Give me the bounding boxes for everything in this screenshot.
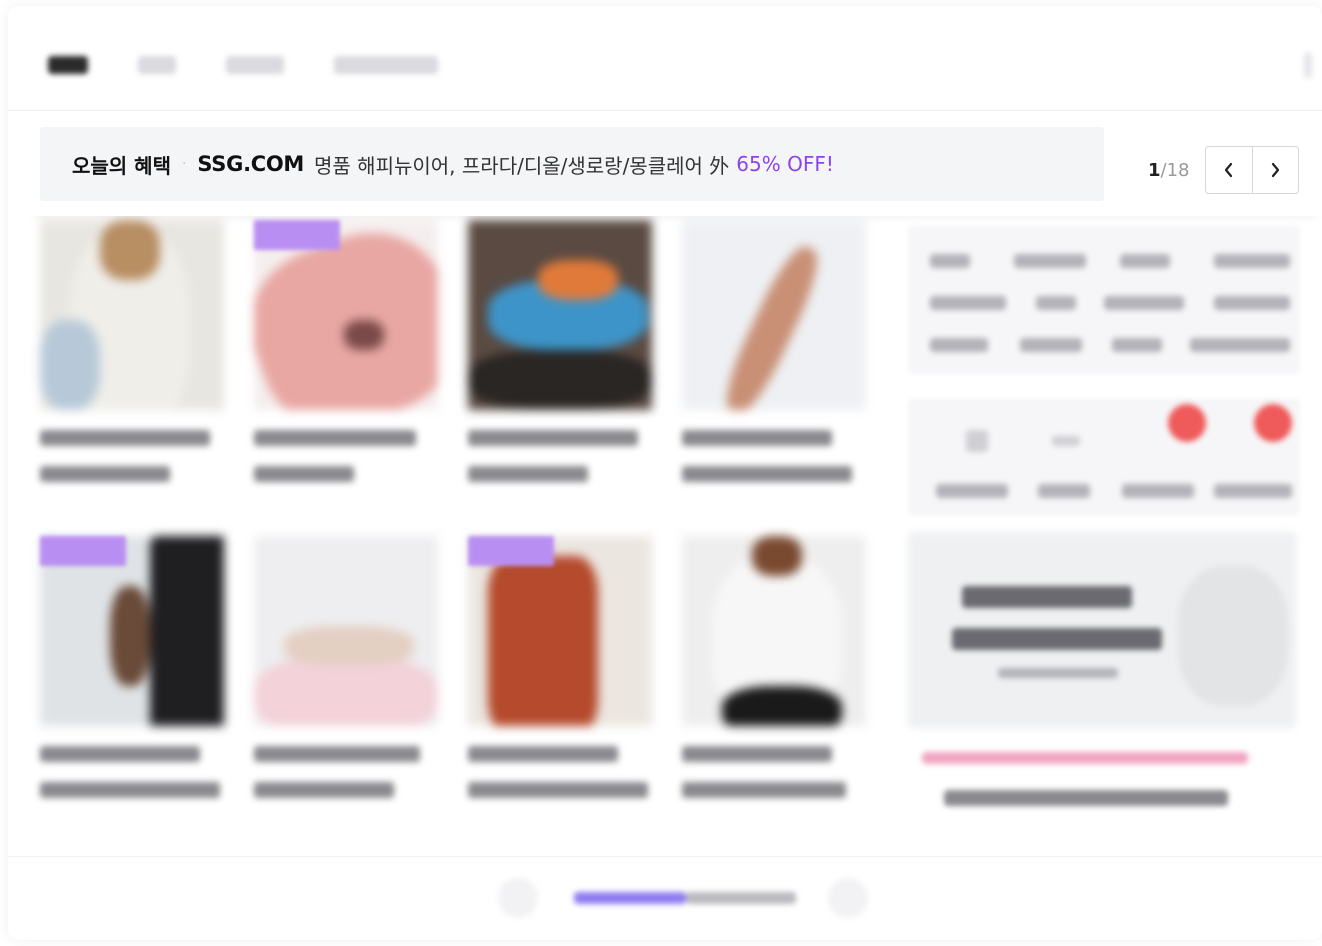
product-card[interactable]	[40, 220, 224, 502]
product-title	[468, 746, 652, 798]
banner-pager: 1/18	[1148, 146, 1299, 194]
product-card[interactable]	[468, 536, 652, 818]
product-title	[682, 746, 866, 798]
menu-label	[1038, 484, 1090, 498]
product-image	[682, 220, 866, 410]
product-title	[468, 430, 652, 482]
keyword[interactable]	[1014, 254, 1086, 268]
ad-title	[944, 790, 1228, 806]
next-button[interactable]	[1251, 147, 1298, 193]
keyword[interactable]	[1190, 338, 1290, 352]
benefit-label: 오늘의 혜택	[72, 153, 171, 178]
badge	[254, 220, 340, 250]
ad-headline	[962, 586, 1132, 608]
separator-dot: ·	[181, 156, 187, 172]
product-card[interactable]	[254, 536, 438, 818]
pagination-text	[686, 892, 796, 904]
benefit-link[interactable]: 오늘의 혜택 · SSG.COM 명품 해피뉴이어, 프라다/디올/생로랑/몽클…	[40, 127, 1104, 201]
menu-icon[interactable]	[1052, 436, 1080, 446]
keyword[interactable]	[1214, 296, 1290, 310]
product-title	[40, 746, 224, 798]
ad-sub	[998, 668, 1118, 678]
product-card[interactable]	[682, 536, 866, 818]
quick-menu	[908, 398, 1300, 516]
keyword[interactable]	[930, 254, 970, 268]
pagination-highlight	[574, 892, 686, 904]
menu-label	[1214, 484, 1292, 498]
pager-buttons	[1204, 146, 1299, 194]
product-image	[682, 536, 866, 726]
product-image	[468, 220, 652, 410]
product-card[interactable]	[254, 220, 438, 502]
chevron-left-icon	[1224, 162, 1232, 178]
product-title	[254, 430, 438, 482]
brand-name: SSG.COM	[197, 152, 305, 176]
page-current: 1	[1148, 159, 1161, 181]
keyword[interactable]	[1036, 296, 1076, 310]
product-card[interactable]	[682, 220, 866, 502]
ad-image	[1178, 566, 1288, 706]
page-indicator: 1/18	[1148, 160, 1190, 181]
badge	[468, 536, 554, 566]
keyword[interactable]	[1104, 296, 1184, 310]
product-card[interactable]	[468, 220, 652, 502]
keyword[interactable]	[930, 338, 988, 352]
keyword[interactable]	[1112, 338, 1162, 352]
keyword[interactable]	[1020, 338, 1082, 352]
ad-headline	[952, 628, 1162, 650]
next-icon[interactable]	[828, 878, 868, 918]
menu-label	[936, 484, 1008, 498]
product-title	[40, 430, 224, 482]
page-total: /18	[1160, 159, 1190, 181]
badge	[40, 536, 126, 566]
product-title	[682, 430, 866, 482]
notification-badge	[1168, 404, 1206, 442]
bottom-pagination	[498, 878, 868, 918]
product-title	[254, 746, 438, 798]
product-image	[40, 220, 224, 410]
keyword[interactable]	[1214, 254, 1290, 268]
prev-icon[interactable]	[498, 878, 538, 918]
shopping-panel: 오늘의 혜택 · SSG.COM 명품 해피뉴이어, 프라다/디올/생로랑/몽클…	[8, 6, 1322, 940]
product-card[interactable]	[40, 536, 224, 818]
keyword[interactable]	[1120, 254, 1170, 268]
chevron-right-icon	[1271, 162, 1280, 178]
menu-label	[1122, 484, 1194, 498]
benefit-description: 명품 해피뉴이어, 프라다/디올/생로랑/몽클레어 外	[314, 153, 730, 178]
notification-badge	[1254, 404, 1292, 442]
discount-text: 65% OFF!	[736, 152, 834, 176]
ad-caption	[922, 752, 1248, 764]
keyword[interactable]	[930, 296, 1006, 310]
benefit-banner: 오늘의 혜택 · SSG.COM 명품 해피뉴이어, 프라다/디올/생로랑/몽클…	[28, 112, 1322, 216]
divider	[8, 856, 1322, 857]
menu-icon[interactable]	[966, 430, 988, 452]
prev-button[interactable]	[1206, 147, 1252, 193]
product-image	[254, 536, 438, 726]
